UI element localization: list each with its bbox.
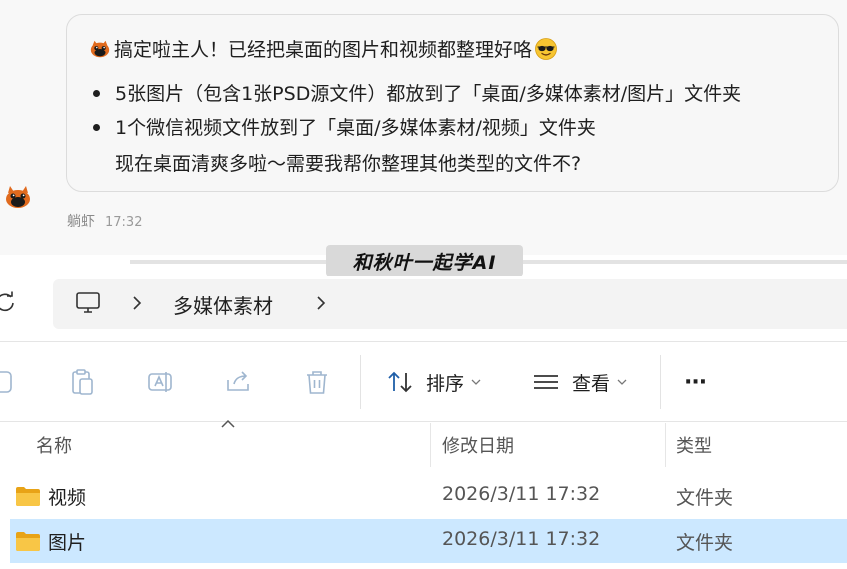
this-pc-icon[interactable]: [75, 291, 101, 315]
sort-icon: [388, 371, 412, 393]
sunglasses-emoji-icon: [535, 38, 557, 60]
file-type: 文件夹: [676, 532, 734, 554]
file-name: 图片: [48, 532, 87, 554]
view-button[interactable]: 查看: [532, 365, 627, 399]
file-date: 2026/3/11 17:32: [442, 483, 601, 505]
toolbar-divider: [660, 355, 661, 409]
message-bullet-list: 5张图片（包含1张PSD源文件）都放到了「桌面/多媒体素材/图片」文件夹 1个微…: [89, 79, 741, 147]
refresh-icon[interactable]: [0, 291, 16, 313]
folder-icon: [16, 532, 40, 551]
view-label: 查看: [572, 372, 611, 395]
toolbar-divider: [360, 355, 361, 409]
column-header-type[interactable]: 类型: [676, 432, 712, 458]
more-icon[interactable]: ···: [684, 365, 707, 399]
sort-button[interactable]: 排序: [386, 365, 481, 399]
fox-emoji-icon: [90, 40, 110, 58]
command-bar: 排序 查看 ···: [0, 343, 847, 422]
list-item: 5张图片（包含1张PSD源文件）都放到了「桌面/多媒体素材/图片」文件夹: [89, 79, 741, 113]
chevron-down-icon: [471, 379, 481, 385]
message-line: 现在桌面清爽多啦～需要我帮你整理其他类型的文件不?: [115, 153, 582, 175]
column-divider[interactable]: [430, 423, 431, 467]
sender-name: 躺虾: [67, 214, 95, 230]
breadcrumb[interactable]: 多媒体素材: [173, 290, 273, 319]
chevron-right-icon[interactable]: [131, 294, 143, 312]
address-bar[interactable]: 多媒体素材: [53, 279, 847, 329]
chevron-down-icon: [617, 379, 627, 385]
address-bar-row: 多媒体素材: [0, 276, 847, 342]
message-line: 搞定啦主人！已经把桌面的图片和视频都整理好咯: [89, 35, 558, 62]
file-explorer: 多媒体素材 排序 查看 ··· 名称 修改日期 类型 视频 2026/3/11 …: [0, 276, 847, 569]
new-item-icon[interactable]: [0, 368, 14, 396]
paste-icon[interactable]: [68, 368, 96, 396]
table-row-selected[interactable]: 图片 2026/3/11 17:32 文件夹: [10, 519, 847, 563]
sort-label: 排序: [426, 372, 465, 395]
column-header-name[interactable]: 名称: [36, 432, 72, 458]
file-date: 2026/3/11 17:32: [442, 528, 601, 550]
folder-icon: [16, 487, 40, 506]
chat-panel: 搞定啦主人！已经把桌面的图片和视频都整理好咯 5张图片（包含1张PSD源文件）都…: [0, 0, 847, 255]
column-header-date[interactable]: 修改日期: [442, 432, 514, 458]
message-text: 搞定啦主人！已经把桌面的图片和视频都整理好咯: [114, 39, 533, 61]
avatar: [6, 186, 30, 208]
message-meta: 躺虾 17:32: [67, 211, 142, 231]
file-type: 文件夹: [676, 487, 734, 509]
sort-ascending-icon: [221, 419, 235, 428]
list-item: 1个微信视频文件放到了「桌面/多媒体素材/视频」文件夹: [89, 113, 741, 147]
column-divider[interactable]: [665, 423, 666, 467]
assistant-message-bubble: 搞定啦主人！已经把桌面的图片和视频都整理好咯 5张图片（包含1张PSD源文件）都…: [66, 14, 839, 192]
watermark: 和秋叶一起学AI: [326, 245, 523, 277]
message-time: 17:32: [105, 215, 143, 230]
share-icon[interactable]: [224, 368, 252, 396]
file-name: 视频: [48, 487, 87, 509]
column-header-row: 名称 修改日期 类型: [0, 419, 847, 467]
rename-icon[interactable]: [146, 368, 174, 396]
chevron-right-icon[interactable]: [315, 294, 327, 312]
view-icon: [534, 375, 558, 389]
delete-icon[interactable]: [303, 368, 331, 396]
table-row[interactable]: 视频 2026/3/11 17:32 文件夹: [0, 474, 847, 518]
